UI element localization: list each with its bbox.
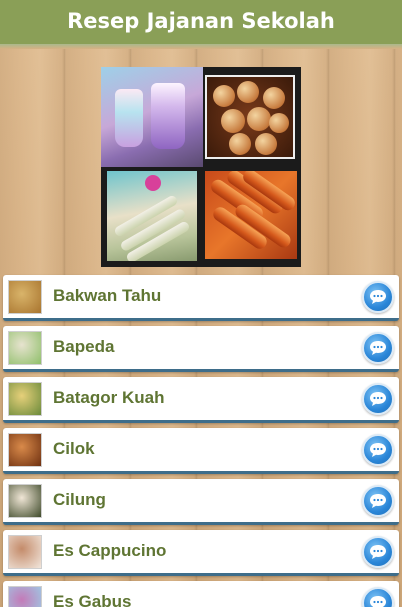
- list-item-label: Cilung: [53, 490, 106, 509]
- banner-collage-image: [101, 67, 301, 267]
- es-gabus-thumbnail: [8, 586, 42, 607]
- list-item-label: Es Gabus: [53, 592, 132, 607]
- list-item-label: Cilok: [53, 439, 95, 458]
- cilok-skewers-photo: [205, 75, 295, 159]
- chat-bubble-icon[interactable]: [362, 485, 394, 517]
- app-title-bar: Resep Jajanan Sekolah: [0, 0, 402, 44]
- batagor-kuah-thumbnail: [8, 382, 42, 416]
- bapeda-skewers-photo: [107, 171, 197, 261]
- list-item[interactable]: Bakwan Tahu: [3, 275, 399, 321]
- chat-bubble-icon[interactable]: [362, 587, 394, 607]
- chat-bubble-icon[interactable]: [362, 383, 394, 415]
- bakwan-tahu-thumbnail: [8, 280, 42, 314]
- list-item-label: Es Cappucino: [53, 541, 167, 560]
- chat-bubble-icon[interactable]: [362, 536, 394, 568]
- list-item[interactable]: Cilung: [3, 479, 399, 525]
- list-item[interactable]: Batagor Kuah: [3, 377, 399, 423]
- cilung-thumbnail: [8, 484, 42, 518]
- list-item-label: Batagor Kuah: [53, 388, 165, 407]
- app-title: Resep Jajanan Sekolah: [67, 9, 335, 33]
- list-item[interactable]: Bapeda: [3, 326, 399, 372]
- cilok-thumbnail: [8, 433, 42, 467]
- list-item[interactable]: Cilok: [3, 428, 399, 474]
- bapeda-thumbnail: [8, 331, 42, 365]
- chat-bubble-icon[interactable]: [362, 434, 394, 466]
- list-item[interactable]: Es Cappucino: [3, 530, 399, 576]
- es-cappucino-thumbnail: [8, 535, 42, 569]
- drinks-photo: [101, 67, 203, 167]
- sausage-photo: [205, 171, 297, 259]
- list-item-label: Bakwan Tahu: [53, 286, 162, 305]
- chat-bubble-icon[interactable]: [362, 281, 394, 313]
- chat-bubble-icon[interactable]: [362, 332, 394, 364]
- list-item-label: Bapeda: [53, 337, 115, 356]
- list-item[interactable]: Es Gabus: [3, 581, 399, 607]
